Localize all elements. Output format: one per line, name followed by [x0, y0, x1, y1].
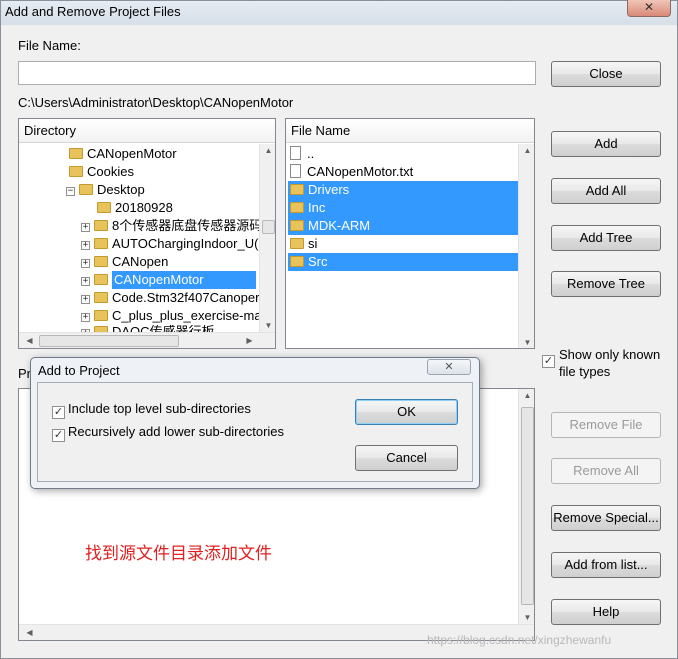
expand-icon[interactable]: +	[81, 223, 90, 232]
tree-item[interactable]: + Code.Stm32f407Canoper	[81, 289, 259, 307]
file-item[interactable]: si	[290, 235, 317, 253]
close-button[interactable]: Close	[551, 61, 661, 87]
collapse-icon[interactable]: −	[66, 187, 75, 196]
file-item[interactable]: ..	[290, 145, 314, 163]
add-tree-button[interactable]: Add Tree	[551, 225, 661, 251]
scroll-up-icon[interactable]: ▲	[519, 391, 534, 400]
folder-icon	[94, 238, 108, 249]
file-name-header[interactable]: File Name	[286, 119, 534, 143]
scroll-up-icon[interactable]: ▲	[519, 146, 534, 155]
file-item-selected[interactable]: Src	[288, 253, 518, 271]
remove-special-button[interactable]: Remove Special...	[551, 505, 661, 531]
tree-item[interactable]: Cookies	[69, 163, 134, 181]
file-name-label: File Name:	[18, 38, 81, 53]
remove-all-button[interactable]: Remove All	[551, 458, 661, 484]
expand-icon[interactable]: +	[81, 313, 90, 322]
expand-icon[interactable]: +	[81, 241, 90, 250]
add-all-button[interactable]: Add All	[551, 178, 661, 204]
include-top-level-checkbox[interactable]: ✓	[52, 406, 65, 419]
directory-horizontal-scrollbar[interactable]: ◀ ▶	[19, 332, 275, 348]
scroll-left-icon[interactable]: ◀	[21, 336, 38, 345]
cancel-button[interactable]: Cancel	[355, 445, 458, 471]
file-item[interactable]: CANopenMotor.txt	[290, 163, 413, 181]
tree-item[interactable]: 20180928	[97, 199, 173, 217]
file-icon	[290, 146, 301, 160]
file-icon	[290, 164, 301, 178]
window-title: Add and Remove Project Files	[5, 4, 181, 19]
folder-icon	[290, 184, 304, 195]
add-from-list-button[interactable]: Add from list...	[551, 552, 661, 578]
title-bar: Add and Remove Project Files ✕	[1, 0, 677, 25]
folder-icon	[94, 310, 108, 321]
tree-item[interactable]: + C_plus_plus_exercise-mas	[81, 307, 268, 325]
tree-item[interactable]: +8个传感器底盘传感器源码	[81, 217, 262, 235]
directory-tree[interactable]: Directory CANopenMotor Cookies − Desktop …	[18, 118, 276, 349]
folder-icon	[94, 274, 108, 285]
scroll-down-icon[interactable]: ▼	[260, 321, 275, 330]
annotation-text: 找到源文件目录添加文件	[85, 544, 272, 563]
show-known-types-checkbox[interactable]: ✓	[542, 355, 555, 368]
help-button[interactable]: Help	[551, 599, 661, 625]
folder-icon	[290, 220, 304, 231]
folder-icon	[69, 166, 83, 177]
folder-icon	[290, 238, 304, 249]
directory-vertical-scrollbar[interactable]: ▲ ▼	[259, 144, 275, 332]
directory-header[interactable]: Directory	[19, 119, 275, 143]
add-remove-files-window: Add and Remove Project Files ✕ File Name…	[0, 0, 678, 659]
file-item-selected[interactable]: MDK-ARM	[288, 217, 518, 235]
tree-item[interactable]: CANopenMotor	[69, 145, 177, 163]
scroll-down-icon[interactable]: ▼	[519, 338, 534, 347]
project-vertical-scrollbar[interactable]: ▲ ▼	[518, 389, 534, 624]
folder-icon	[69, 148, 83, 159]
watermark: https://blog.csdn.net/xingzhewanfu	[427, 633, 612, 647]
scroll-down-icon[interactable]: ▼	[519, 613, 534, 622]
folder-icon	[94, 256, 108, 267]
folder-icon	[94, 220, 108, 231]
dialog-body: ✓ Include top level sub-directories ✓ Recu…	[37, 382, 473, 482]
show-known-label-line2: file types	[559, 364, 611, 379]
expand-icon[interactable]: +	[81, 295, 90, 304]
show-known-label-line1: Show only known	[559, 347, 661, 362]
add-to-project-dialog: Add to Project ✕ ✓ Include top level sub-…	[30, 357, 480, 489]
tree-item[interactable]: + AUTOChargingIndoor_U(	[81, 235, 258, 253]
remove-file-button[interactable]: Remove File	[551, 412, 661, 438]
include-top-level-option[interactable]: ✓ Include top level sub-directories	[52, 401, 251, 419]
ok-button[interactable]: OK	[355, 399, 458, 425]
recursive-add-checkbox[interactable]: ✓	[52, 429, 65, 442]
folder-icon	[290, 256, 304, 267]
scroll-thumb[interactable]	[521, 407, 534, 605]
tree-item[interactable]: + CANopen	[81, 253, 168, 271]
add-button[interactable]: Add	[551, 131, 661, 157]
tree-item-selected[interactable]: + CANopenMotor	[81, 271, 259, 289]
file-name-input[interactable]	[18, 61, 536, 85]
scroll-left-icon[interactable]: ◀	[21, 628, 38, 637]
scroll-thumb[interactable]	[262, 220, 275, 234]
folder-icon	[290, 202, 304, 213]
current-path: C:\Users\Administrator\Desktop\CANopenMo…	[18, 95, 294, 110]
expand-icon[interactable]: +	[81, 277, 90, 286]
file-list[interactable]: File Name .. CANopenMotor.txt Drivers In…	[285, 118, 535, 349]
file-list-vertical-scrollbar[interactable]: ▲ ▼	[518, 144, 534, 348]
scroll-thumb[interactable]	[39, 335, 179, 347]
scroll-up-icon[interactable]: ▲	[260, 146, 275, 155]
recursive-add-option[interactable]: ✓ Recursively add lower sub-directories	[52, 424, 284, 442]
expand-icon[interactable]: +	[81, 259, 90, 268]
dialog-close-icon[interactable]: ✕	[427, 359, 471, 375]
folder-icon	[79, 184, 93, 195]
dialog-title: Add to Project	[38, 363, 120, 378]
file-item-selected[interactable]: Inc	[288, 199, 518, 217]
remove-tree-button[interactable]: Remove Tree	[551, 271, 661, 297]
window-close-icon[interactable]: ✕	[627, 0, 671, 17]
tree-item[interactable]: − Desktop	[66, 181, 145, 199]
file-item-selected[interactable]: Drivers	[288, 181, 518, 199]
scroll-right-icon[interactable]: ▶	[241, 336, 258, 345]
folder-icon	[97, 202, 111, 213]
folder-icon	[94, 292, 108, 303]
